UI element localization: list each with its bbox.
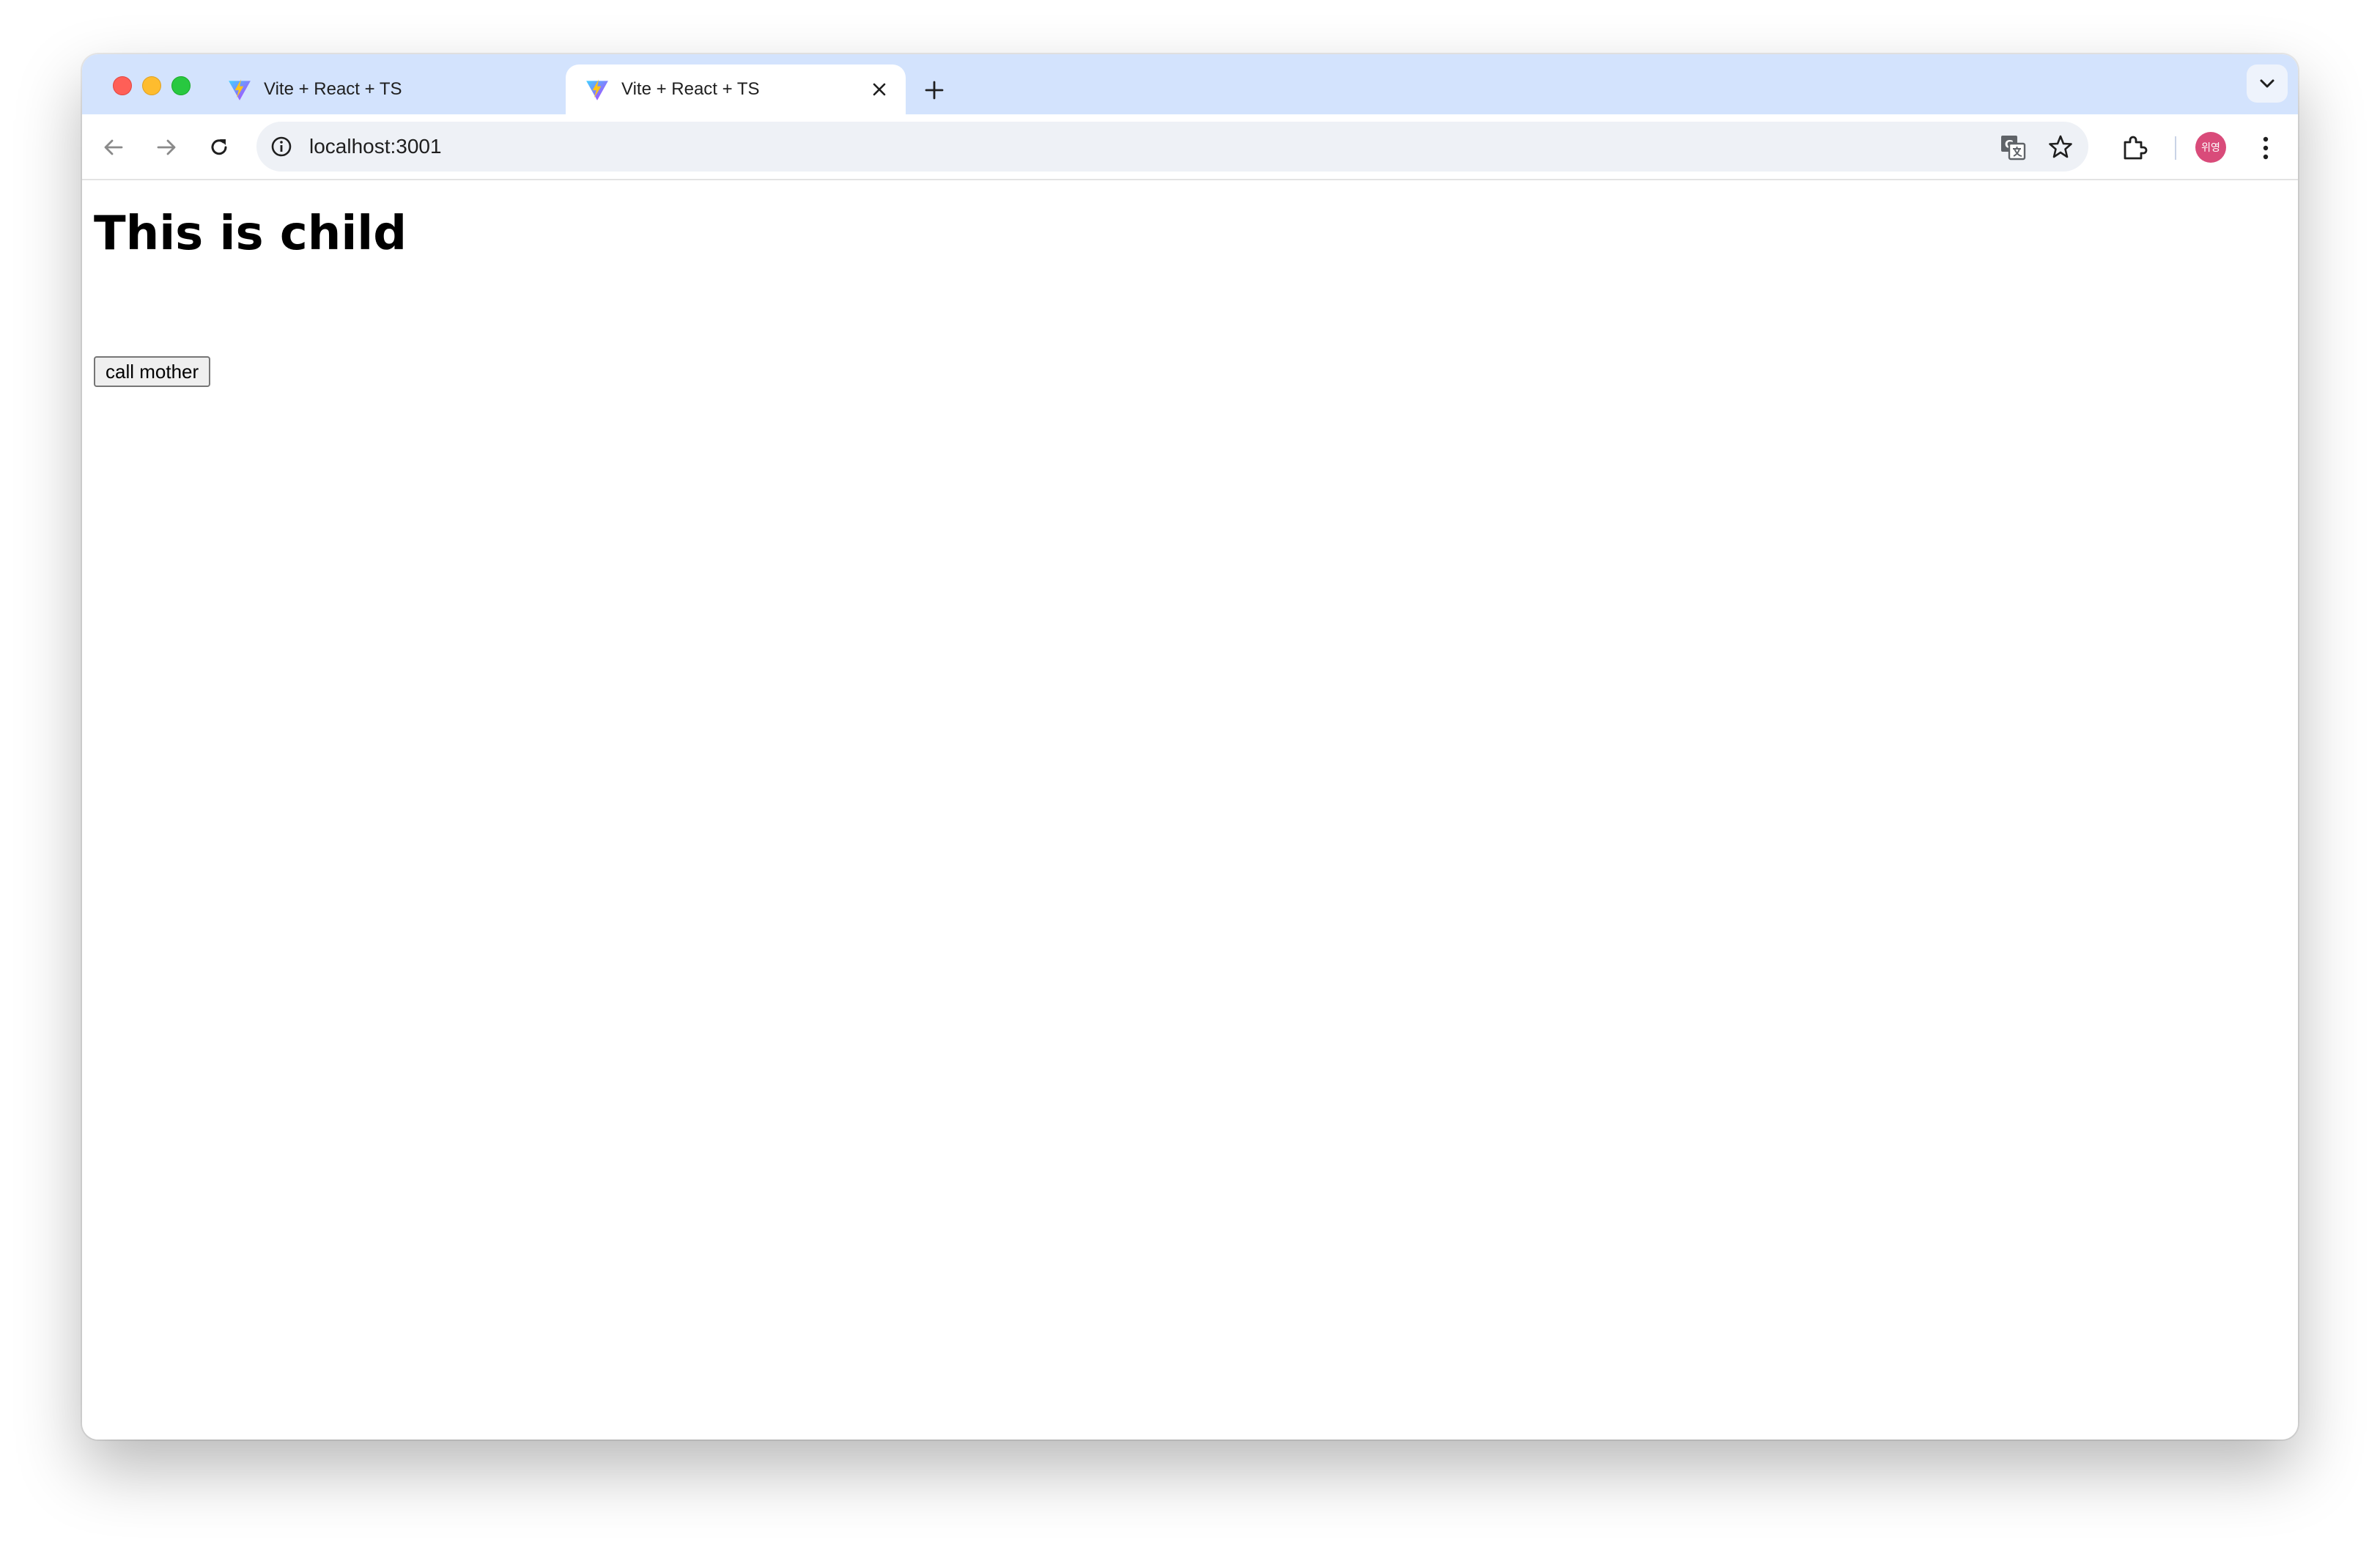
vite-logo-icon <box>586 79 608 100</box>
new-tab-button[interactable] <box>916 72 953 108</box>
chevron-down-icon <box>2260 79 2274 88</box>
close-tab-icon[interactable] <box>866 76 892 103</box>
browser-toolbar: localhost:3001 G 위영 <box>82 114 2298 180</box>
tab-search-button[interactable] <box>2247 64 2288 103</box>
profile-initials: 위영 <box>2201 142 2220 154</box>
arrow-right-icon <box>157 139 176 155</box>
arrow-left-icon <box>104 139 123 155</box>
tab-title: Vite + React + TS <box>264 79 402 99</box>
reload-button[interactable] <box>202 130 236 164</box>
bookmark-star-icon[interactable] <box>2047 133 2074 160</box>
maximize-window-button[interactable] <box>171 76 191 95</box>
tab-strip: Vite + React + TS Vite + React + TS <box>82 54 2298 114</box>
url-text[interactable]: localhost:3001 <box>309 135 442 158</box>
back-button[interactable] <box>97 130 130 164</box>
reload-icon <box>211 139 227 155</box>
plus-icon <box>925 81 944 100</box>
address-bar[interactable]: localhost:3001 G <box>256 122 2088 172</box>
browser-window: Vite + React + TS Vite + React + TS loca… <box>82 54 2298 1440</box>
more-vert-icon[interactable] <box>2251 132 2280 164</box>
page-heading: This is child <box>94 207 407 261</box>
tab-2[interactable]: Vite + React + TS <box>566 64 906 114</box>
minimize-window-button[interactable] <box>142 76 161 95</box>
translate-icon[interactable]: G <box>1999 133 2027 161</box>
tab-title: Vite + React + TS <box>621 79 760 99</box>
call-mother-button[interactable]: call mother <box>94 356 211 387</box>
extensions-puzzle-icon[interactable] <box>2119 133 2148 163</box>
profile-avatar[interactable]: 위영 <box>2195 132 2226 163</box>
vite-logo-icon <box>229 79 251 100</box>
forward-button[interactable] <box>149 130 183 164</box>
close-window-button[interactable] <box>113 76 132 95</box>
info-icon[interactable] <box>270 135 293 158</box>
page-content: This is child call mother <box>82 180 2298 1440</box>
toolbar-divider <box>2175 136 2176 160</box>
